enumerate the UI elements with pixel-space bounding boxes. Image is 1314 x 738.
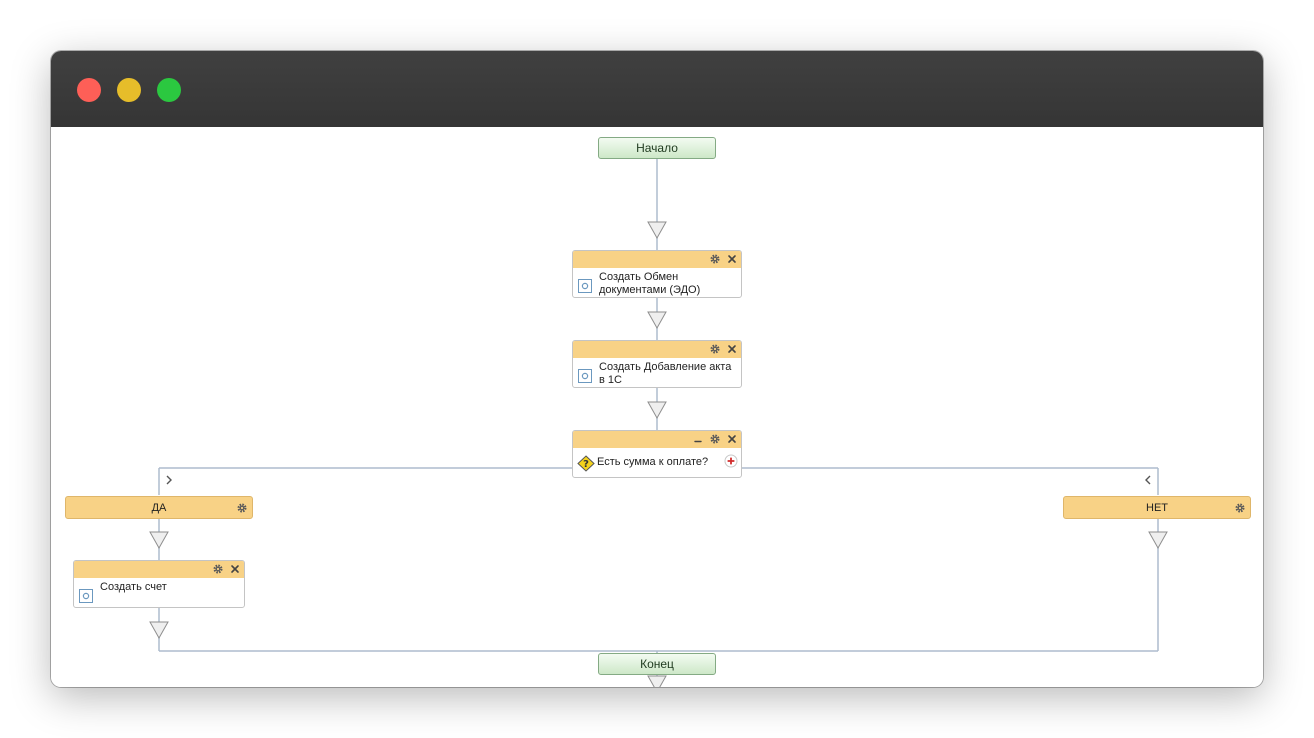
zoom-window-button[interactable] bbox=[157, 78, 181, 102]
activity-block[interactable]: Создать счет bbox=[73, 560, 245, 608]
start-node[interactable]: Начало bbox=[598, 137, 716, 159]
close-icon[interactable] bbox=[726, 433, 738, 445]
title-bar bbox=[51, 51, 1263, 128]
gear-icon[interactable] bbox=[1234, 502, 1246, 514]
flow-arrow-icon bbox=[647, 401, 667, 419]
gear-icon[interactable] bbox=[212, 563, 224, 575]
block-header bbox=[74, 561, 244, 578]
chevron-left-icon[interactable] bbox=[1143, 474, 1153, 486]
flow-arrow-icon bbox=[1148, 531, 1168, 549]
branch-yes-label: ДА bbox=[151, 502, 167, 514]
close-icon[interactable] bbox=[726, 253, 738, 265]
flow-arrow-icon bbox=[647, 311, 667, 329]
condition-label: Есть сумма к оплате? bbox=[597, 456, 709, 468]
branch-no[interactable]: НЕТ bbox=[1063, 496, 1251, 519]
condition-block[interactable]: ? Есть сумма к оплате? bbox=[572, 430, 742, 478]
close-icon[interactable] bbox=[229, 563, 241, 575]
activity-icon bbox=[79, 589, 93, 603]
gear-icon[interactable] bbox=[709, 253, 721, 265]
gear-icon[interactable] bbox=[709, 433, 721, 445]
workflow-canvas: Начало Создать Обмен документами (ЭДО) С… bbox=[51, 127, 1263, 687]
activity-icon bbox=[578, 279, 592, 293]
block-header bbox=[573, 251, 741, 268]
activity-block[interactable]: Создать Добавление акта в 1С bbox=[572, 340, 742, 388]
activity-block[interactable]: Создать Обмен документами (ЭДО) bbox=[572, 250, 742, 298]
branch-no-label: НЕТ bbox=[1146, 502, 1168, 514]
minimize-window-button[interactable] bbox=[117, 78, 141, 102]
block-header bbox=[573, 431, 741, 448]
activity-label: Создать Добавление акта в 1С bbox=[599, 361, 732, 386]
flow-arrow-icon bbox=[149, 621, 169, 639]
plus-icon[interactable] bbox=[724, 454, 738, 468]
svg-text:?: ? bbox=[583, 459, 589, 470]
activity-icon bbox=[578, 369, 592, 383]
branch-yes[interactable]: ДА bbox=[65, 496, 253, 519]
app-window: Начало Создать Обмен документами (ЭДО) С… bbox=[51, 51, 1263, 687]
minimize-icon[interactable] bbox=[692, 433, 704, 445]
block-header bbox=[573, 341, 741, 358]
chevron-right-icon[interactable] bbox=[164, 474, 174, 486]
end-node[interactable]: Конец bbox=[598, 653, 716, 675]
flow-arrow-icon bbox=[149, 531, 169, 549]
flow-arrow-icon bbox=[647, 675, 667, 687]
activity-label: Создать счет bbox=[100, 581, 167, 593]
close-icon[interactable] bbox=[726, 343, 738, 355]
close-window-button[interactable] bbox=[77, 78, 101, 102]
condition-icon: ? bbox=[577, 455, 595, 472]
gear-icon[interactable] bbox=[709, 343, 721, 355]
gear-icon[interactable] bbox=[236, 502, 248, 514]
activity-label: Создать Обмен документами (ЭДО) bbox=[599, 271, 701, 296]
flow-arrow-icon bbox=[647, 221, 667, 239]
